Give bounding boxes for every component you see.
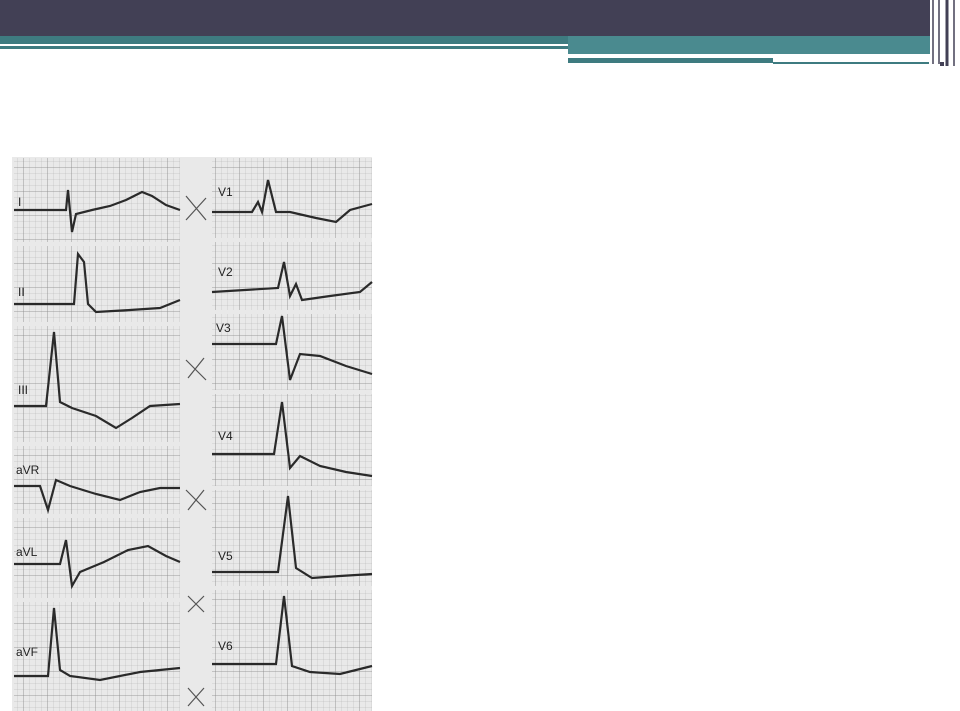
lead-label-V6: V6 xyxy=(218,639,233,653)
lead-label-I: I xyxy=(18,195,21,209)
lead-label-aVL: aVL xyxy=(16,545,38,559)
lead-label-aVF: aVF xyxy=(16,645,38,659)
ecg-figure: I II III aVR aVL aVF V1 V2 V3 V4 V5 V6 xyxy=(12,157,373,711)
lead-label-V5: V5 xyxy=(218,549,233,563)
lead-label-V3: V3 xyxy=(216,321,231,335)
lead-label-II: II xyxy=(18,285,25,299)
lead-label-III: III xyxy=(18,383,28,397)
lead-label-V1: V1 xyxy=(218,185,233,199)
lead-label-V4: V4 xyxy=(218,429,233,443)
left-strips xyxy=(14,158,180,711)
lead-label-aVR: aVR xyxy=(16,463,40,477)
lead-label-V2: V2 xyxy=(218,265,233,279)
